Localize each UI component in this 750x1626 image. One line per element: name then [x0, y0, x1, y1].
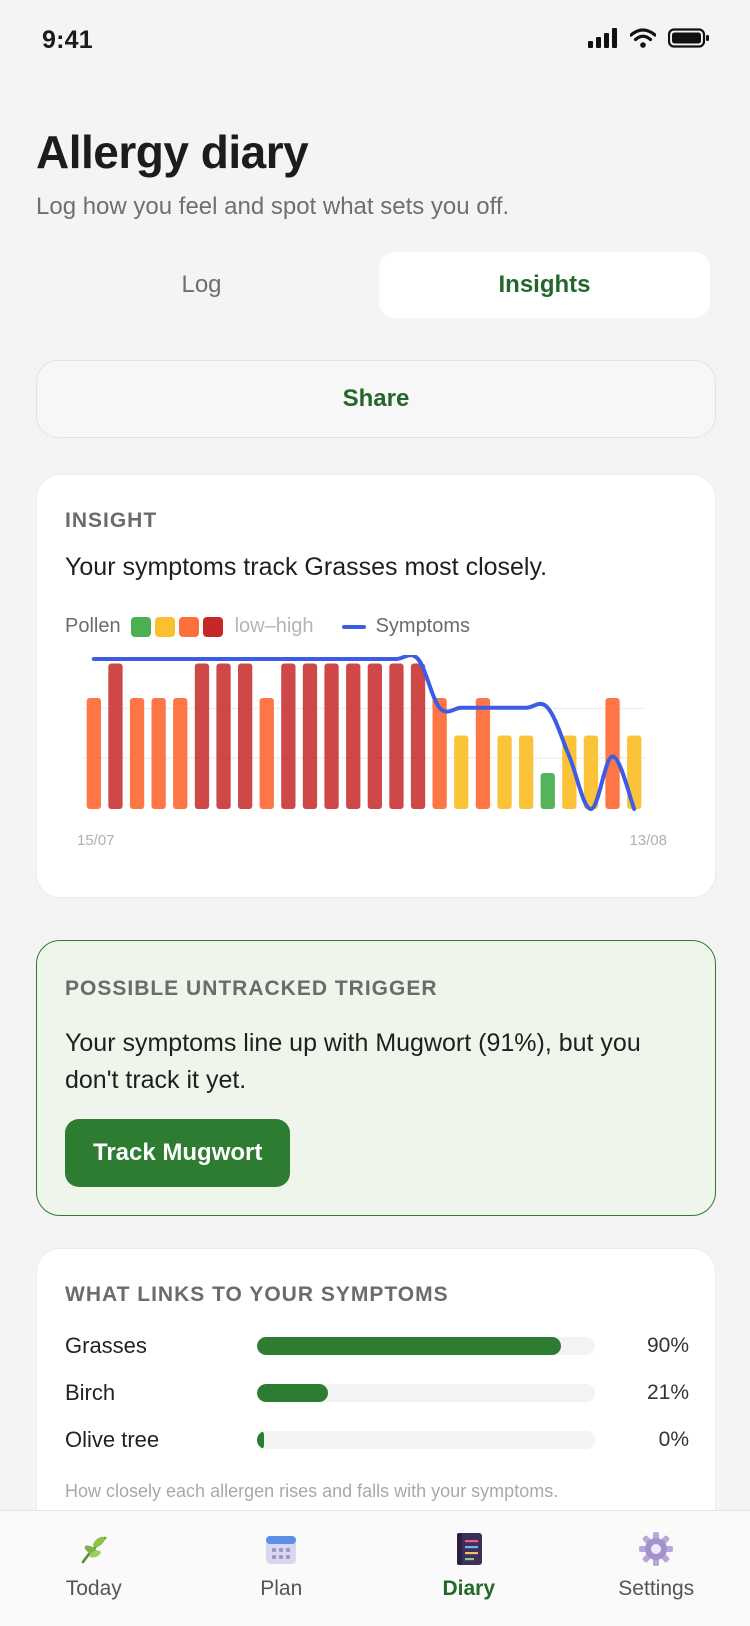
x-axis-end-label: 13/08: [629, 832, 667, 849]
segment-insights[interactable]: Insights: [379, 252, 710, 318]
link-name: Grasses: [65, 1333, 147, 1358]
page-title: Allergy diary: [36, 126, 309, 178]
chart-bar: [540, 773, 555, 809]
legend-pollen-label: Pollen: [65, 615, 121, 637]
chart-bar: [367, 663, 382, 809]
page-header: Allergy diary Log how you feel and spot …: [36, 125, 716, 221]
legend-swatch-very-high: [202, 616, 223, 637]
chart-bar: [389, 663, 404, 809]
chart-bar: [497, 735, 512, 809]
links-note: How closely each allergen rises and fall…: [65, 1481, 559, 1501]
tab-label: Diary: [442, 1577, 496, 1600]
link-bar-fill: [257, 1431, 264, 1449]
tab-bar: Today Plan Diary Settings: [0, 1510, 750, 1626]
chart-bar: [108, 663, 123, 809]
leaf-icon: [74, 1529, 114, 1569]
trigger-label: POSSIBLE UNTRACKED TRIGGER: [65, 977, 438, 1000]
chart-bar: [151, 698, 166, 809]
untracked-trigger-card: POSSIBLE UNTRACKED TRIGGER Your symptoms…: [36, 940, 716, 1216]
chart-bar: [259, 698, 274, 809]
insight-card: INSIGHT Your symptoms track Grasses most…: [36, 474, 716, 898]
link-percent: 90%: [646, 1334, 689, 1357]
segment-log[interactable]: Log: [36, 252, 367, 318]
link-row-olive-tree: Olive tree 0%: [65, 1425, 689, 1455]
tab-label: Today: [65, 1577, 122, 1600]
legend-swatch-low: [130, 616, 151, 637]
status-bar: 9:41: [0, 0, 750, 90]
segmented-control: Log Insights: [36, 252, 710, 318]
tab-diary[interactable]: Diary: [375, 1511, 563, 1626]
link-name: Birch: [65, 1380, 116, 1405]
tab-today[interactable]: Today: [0, 1511, 188, 1626]
status-time: 9:41: [42, 26, 93, 54]
legend-symptoms-label: Symptoms: [375, 615, 471, 637]
link-bar-track: [257, 1431, 595, 1449]
chart-bar: [324, 663, 339, 809]
chart-legend: Pollen low–high Symptoms: [65, 615, 470, 638]
calendar-icon: [261, 1529, 301, 1569]
chart-bar: [194, 663, 210, 809]
link-bar-track: [257, 1337, 595, 1355]
link-row-birch: Birch 21%: [65, 1378, 689, 1408]
notebook-icon: [449, 1529, 489, 1569]
link-row-grasses: Grasses 90%: [65, 1331, 689, 1361]
chart-bar: [86, 698, 101, 809]
track-mugwort-button[interactable]: Track Mugwort: [65, 1119, 291, 1187]
links-label: WHAT LINKS TO YOUR SYMPTOMS: [65, 1283, 449, 1306]
chart-bar: [432, 698, 447, 809]
chart-bar: [238, 663, 253, 809]
gear-icon: [636, 1529, 676, 1569]
legend-swatch-high: [178, 616, 199, 637]
chart-bar: [605, 698, 620, 809]
link-percent: 0%: [658, 1428, 689, 1451]
legend-range-label: low–high: [234, 615, 314, 637]
chart-bar: [129, 698, 145, 809]
legend-symptoms-swatch: [341, 624, 366, 629]
trigger-text: Your symptoms line up with Mugwort (91%)…: [65, 1029, 641, 1094]
chart-bar: [302, 663, 318, 809]
chart-bar: [519, 735, 534, 809]
link-bar-fill: [257, 1337, 562, 1355]
wifi-icon: [630, 28, 656, 48]
chart-bar: [346, 663, 361, 809]
tab-label: Settings: [618, 1577, 695, 1600]
insight-label: INSIGHT: [65, 509, 158, 532]
insight-text: Your symptoms track Grasses most closely…: [65, 553, 548, 581]
link-bar-track: [257, 1384, 595, 1402]
link-bar-fill: [257, 1384, 328, 1402]
chart-bar: [281, 663, 296, 809]
share-button[interactable]: Share: [36, 360, 716, 438]
chart-bar: [173, 698, 188, 809]
page-subtitle: Log how you feel and spot what sets you …: [36, 193, 510, 220]
tab-plan[interactable]: Plan: [188, 1511, 376, 1626]
link-name: Olive tree: [65, 1427, 160, 1452]
chart-bar: [410, 663, 426, 809]
chart-bar: [454, 735, 469, 809]
legend-swatch-moderate: [154, 616, 175, 637]
tab-settings[interactable]: Settings: [563, 1511, 750, 1626]
signal-icon: [588, 28, 617, 48]
chart-bar: [216, 663, 231, 809]
battery-icon: [668, 28, 709, 48]
status-icons: [588, 28, 710, 48]
tab-label: Plan: [260, 1577, 303, 1600]
link-percent: 21%: [646, 1381, 689, 1404]
pollen-symptoms-chart: 15/07 13/08: [77, 655, 667, 849]
chart-bar: [475, 698, 491, 809]
x-axis-start-label: 15/07: [77, 832, 115, 849]
